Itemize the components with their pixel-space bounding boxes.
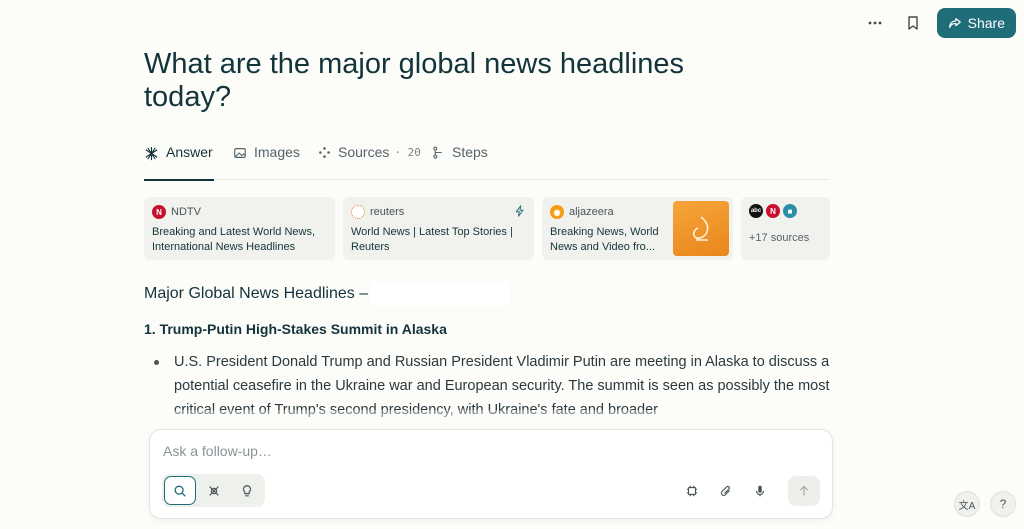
section-title: 1. Trump-Putin High-Stakes Summit in Ala… [144,321,447,337]
tab-sources[interactable]: Sources · 20 [318,144,421,180]
translate-icon: 文A [958,500,976,512]
share-label: Share [967,15,1005,31]
follow-up-input[interactable]: Ask a follow-up… [163,443,272,459]
translate-button[interactable]: 文A [954,491,980,517]
composer-tools [678,476,820,506]
image-icon [234,148,246,158]
source-site: aljazeera [569,206,614,218]
attach-button[interactable] [712,477,740,505]
more-options-icon[interactable] [861,9,889,37]
tab-label: Answer [166,144,213,160]
tab-label: Steps [452,144,488,160]
source-title: Breaking News, World News and Video fro.… [550,226,659,253]
aljazeera-icon: ◉ [550,205,564,219]
help-button[interactable]: ? [990,491,1016,517]
answer-heading-text: Major Global News Headlines – [144,285,369,302]
sources-icon [319,147,330,158]
sources-count: · 20 [394,146,421,159]
source-cards: N NDTV Breaking and Latest World News, I… [144,197,830,260]
lightning-icon [515,205,524,217]
top-bar: Share [861,8,1016,38]
ndtv-icon: N [152,205,166,219]
more-sources-card[interactable]: abc N ■ +17 sources [741,197,830,260]
lightbulb-icon [243,484,252,496]
abc-icon: abc [749,204,763,218]
arrow-up-icon [799,485,809,496]
submit-button[interactable] [788,476,820,506]
share-button[interactable]: Share [936,8,1016,38]
answer-heading: Major Global News Headlines – [144,282,511,306]
search-icon [174,485,186,497]
model-select-button[interactable] [678,477,706,505]
reuters-icon [351,205,365,219]
share-arrow-icon [948,18,961,28]
tab-images[interactable]: Images [233,144,300,180]
research-mode-button[interactable] [198,476,230,505]
source-title: World News | Latest Top Stories | Reuter… [351,226,513,253]
microphone-button[interactable] [746,477,774,505]
source-card-aljazeera[interactable]: ◉ aljazeera Breaking News, World News an… [542,197,733,260]
page-title: What are the major global news headlines… [144,48,685,113]
bookmark-icon[interactable] [899,9,927,37]
source-title: Breaking and Latest World News, Internat… [152,226,316,253]
search-mode-button[interactable] [164,476,196,505]
more-sources-icons: abc N ■ [749,204,822,218]
news-site-icon: ■ [783,204,797,218]
redacted-date [370,282,511,306]
tab-label: Images [254,144,300,160]
research-icon [208,485,219,496]
search-mode-toggle [162,474,265,507]
steps-icon [433,146,442,159]
aljazeera-logo-icon [692,215,709,241]
help-icon: ? [999,497,1007,511]
tab-answer[interactable]: Answer [144,144,214,181]
ndtv-small-icon: N [766,204,780,218]
tab-steps[interactable]: Steps [432,144,488,180]
more-sources-label: +17 sources [749,232,810,244]
labs-mode-button[interactable] [231,476,263,505]
source-card-reuters[interactable]: reuters World News | Latest Top Stories … [343,197,534,260]
microphone-icon [755,485,765,497]
source-card-ndtv[interactable]: N NDTV Breaking and Latest World News, I… [144,197,335,260]
tab-label: Sources [338,144,390,160]
paperclip-icon [720,485,730,496]
result-tabs: Answer Images Sources · 20 Steps [144,144,828,181]
follow-up-composer: Ask a follow-up… [149,429,833,519]
chip-icon [686,485,698,497]
answer-icon [145,146,158,161]
aljazeera-thumbnail [673,201,729,256]
source-site: reuters [370,206,405,218]
source-site: NDTV [171,206,201,218]
